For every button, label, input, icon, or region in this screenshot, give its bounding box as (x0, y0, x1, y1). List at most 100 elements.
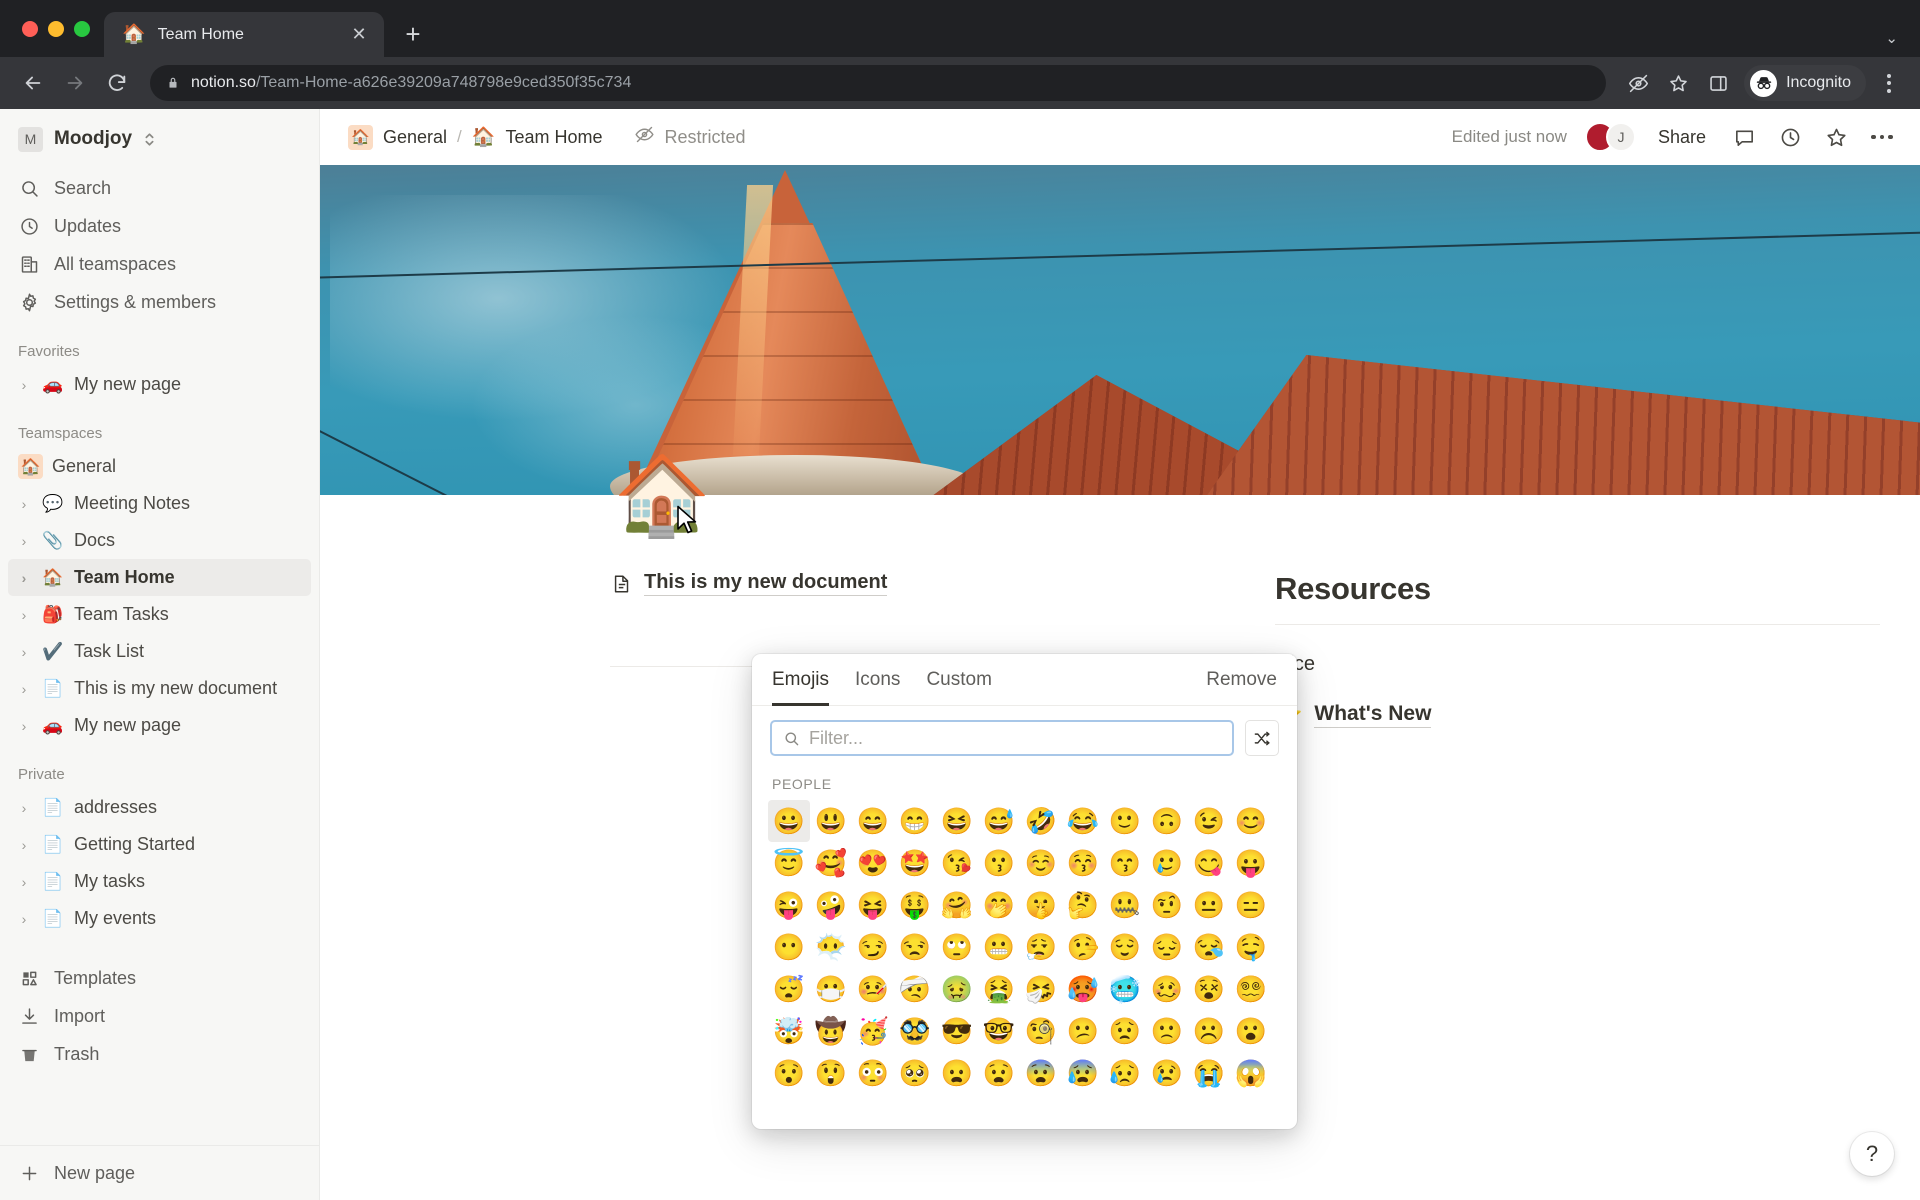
emoji-cell[interactable]: 🥸 (894, 1010, 936, 1052)
emoji-cell[interactable]: 🤧 (1020, 968, 1062, 1010)
sidebar-item-import[interactable]: Import (8, 997, 311, 1035)
emoji-cell[interactable]: 😅 (978, 800, 1020, 842)
emoji-cell[interactable]: 🧐 (1020, 1010, 1062, 1052)
sidebar-item-getting-started[interactable]: › 📄 Getting Started (8, 826, 311, 863)
emoji-cell[interactable]: 🤐 (1104, 884, 1146, 926)
emoji-scroll-area[interactable]: PEOPLE 😀 😃 😄 😁 😆 😅 🤣 😂 🙂 🙃 😉 😊 😇 🥰 😍 🤩 😘 😗 ☺️ 😚 😙 🥲 😋 😛 😜 🤪 😝 🤑 🤗 🤭 🤫 🤔… (752, 766, 1297, 1129)
sidebar-item-this-is-my-new-document[interactable]: › 📄 This is my new document (8, 670, 311, 707)
emoji-cell[interactable]: 🤣 (1020, 800, 1062, 842)
sidebar-item-task-list[interactable]: › ✔️ Task List (8, 633, 311, 670)
browser-tab[interactable]: 🏠 Team Home ✕ (104, 12, 384, 57)
emoji-cell[interactable]: 😵 (1188, 968, 1230, 1010)
chevron-right-icon[interactable]: › (16, 607, 32, 623)
sidebar-item-trash[interactable]: Trash (8, 1035, 311, 1073)
emoji-cell[interactable]: 😕 (1062, 1010, 1104, 1052)
breadcrumb-page-label[interactable]: Team Home (505, 127, 602, 148)
emoji-cell[interactable]: 😨 (1020, 1052, 1062, 1094)
emoji-cell[interactable]: 😳 (852, 1052, 894, 1094)
emoji-cell[interactable]: 🥴 (1146, 968, 1188, 1010)
workspace-switcher[interactable]: M Moodjoy (0, 109, 319, 165)
tab-custom[interactable]: Custom (926, 654, 991, 706)
close-tab-button[interactable]: ✕ (346, 22, 372, 48)
sidebar-item-general[interactable]: 🏠 General (8, 448, 311, 485)
emoji-cell[interactable]: 😙 (1104, 842, 1146, 884)
emoji-cell[interactable]: 🤒 (852, 968, 894, 1010)
emoji-cell[interactable]: 😜 (768, 884, 810, 926)
emoji-cell[interactable]: 🤮 (978, 968, 1020, 1010)
emoji-cell[interactable]: ☺️ (1020, 842, 1062, 884)
reload-icon[interactable] (98, 64, 136, 102)
resource-link-label[interactable]: What's New (1314, 702, 1432, 728)
emoji-cell[interactable]: 😝 (852, 884, 894, 926)
emoji-cell[interactable]: 😊 (1230, 800, 1272, 842)
emoji-cell[interactable]: 🤨 (1146, 884, 1188, 926)
incognito-profile-chip[interactable]: Incognito (1744, 65, 1866, 101)
emoji-cell[interactable]: 🙃 (1146, 800, 1188, 842)
emoji-cell[interactable]: 😬 (978, 926, 1020, 968)
avatar[interactable]: J (1605, 122, 1636, 152)
emoji-cell[interactable]: 😄 (852, 800, 894, 842)
sidebar-item-updates[interactable]: Updates (8, 207, 311, 245)
emoji-cell[interactable]: 😑 (1230, 884, 1272, 926)
emoji-cell[interactable]: 🤭 (978, 884, 1020, 926)
document-link-label[interactable]: This is my new document (644, 571, 888, 596)
sidebar-item-settings-members[interactable]: Settings & members (8, 283, 311, 321)
emoji-cell[interactable]: 😎 (936, 1010, 978, 1052)
address-bar[interactable]: notion.so/Team-Home-a626e39209a748798e9c… (150, 65, 1607, 101)
sidebar-item-meeting-notes[interactable]: › 💬 Meeting Notes (8, 485, 311, 522)
chevron-down-icon[interactable]: ⌄ (1885, 29, 1898, 47)
chevron-right-icon[interactable]: › (16, 874, 32, 890)
help-button[interactable]: ? (1850, 1132, 1894, 1176)
sidebar-item-addresses[interactable]: › 📄 addresses (8, 789, 311, 826)
sidebar-item-templates[interactable]: Templates (8, 959, 311, 997)
emoji-cell[interactable]: 😚 (1062, 842, 1104, 884)
emoji-cell[interactable]: 🤔 (1062, 884, 1104, 926)
emoji-cell[interactable]: 😮 (1230, 1010, 1272, 1052)
new-page-button[interactable]: New page (8, 1154, 311, 1192)
window-traffic-lights[interactable] (14, 0, 104, 57)
emoji-cell[interactable]: 🥶 (1104, 968, 1146, 1010)
emoji-cell[interactable]: 😢 (1146, 1052, 1188, 1094)
collaborator-avatars[interactable]: J (1581, 122, 1636, 152)
emoji-cell[interactable]: 😉 (1188, 800, 1230, 842)
share-button[interactable]: Share (1650, 122, 1714, 153)
chevron-right-icon[interactable]: › (16, 718, 32, 734)
emoji-cell[interactable]: 😋 (1188, 842, 1230, 884)
emoji-cell[interactable]: 🤑 (894, 884, 936, 926)
emoji-cell[interactable]: 🤗 (936, 884, 978, 926)
star-icon[interactable] (1820, 121, 1852, 153)
emoji-cell[interactable]: 🙁 (1146, 1010, 1188, 1052)
emoji-cell[interactable]: 🥳 (852, 1010, 894, 1052)
emoji-cell[interactable]: 🤯 (768, 1010, 810, 1052)
breadcrumb-teamspace-label[interactable]: General (383, 127, 447, 148)
minimize-window-button[interactable] (48, 20, 64, 37)
emoji-cell[interactable]: 😶 (768, 926, 810, 968)
emoji-cell[interactable]: 😁 (894, 800, 936, 842)
star-bookmark-icon[interactable] (1660, 65, 1696, 101)
emoji-filter-box[interactable] (770, 720, 1234, 756)
resource-link-row[interactable]: ⭐ What's New (1275, 702, 1880, 728)
chevron-right-icon[interactable]: › (16, 496, 32, 512)
emoji-cell[interactable]: 😮‍💨 (1020, 926, 1062, 968)
emoji-cell[interactable]: 😏 (852, 926, 894, 968)
emoji-cell[interactable]: 😵‍💫 (1230, 968, 1272, 1010)
emoji-filter-input[interactable] (809, 727, 1221, 749)
sidebar-item-team-home[interactable]: › 🏠 Team Home (8, 559, 311, 596)
sidebar-item-my-new-page-fav[interactable]: › 🚗 My new page (8, 366, 311, 403)
breadcrumb[interactable]: 🏠 General / 🏠 Team Home (348, 124, 602, 150)
emoji-cell[interactable]: 🤠 (810, 1010, 852, 1052)
emoji-cell[interactable]: 😂 (1062, 800, 1104, 842)
emoji-cell[interactable]: 😃 (810, 800, 852, 842)
emoji-cell[interactable]: 🤤 (1230, 926, 1272, 968)
back-arrow-icon[interactable] (14, 64, 52, 102)
emoji-cell[interactable]: 🥰 (810, 842, 852, 884)
emoji-cell[interactable]: 😔 (1146, 926, 1188, 968)
emoji-cell[interactable]: 🥵 (1062, 968, 1104, 1010)
history-clock-icon[interactable] (1774, 121, 1806, 153)
chevron-right-icon[interactable]: › (16, 533, 32, 549)
sidebar-item-my-tasks[interactable]: › 📄 My tasks (8, 863, 311, 900)
emoji-cell[interactable]: 😍 (852, 842, 894, 884)
emoji-cell[interactable]: 😌 (1104, 926, 1146, 968)
sidebar-item-search[interactable]: Search (8, 169, 311, 207)
emoji-cell[interactable]: 😒 (894, 926, 936, 968)
